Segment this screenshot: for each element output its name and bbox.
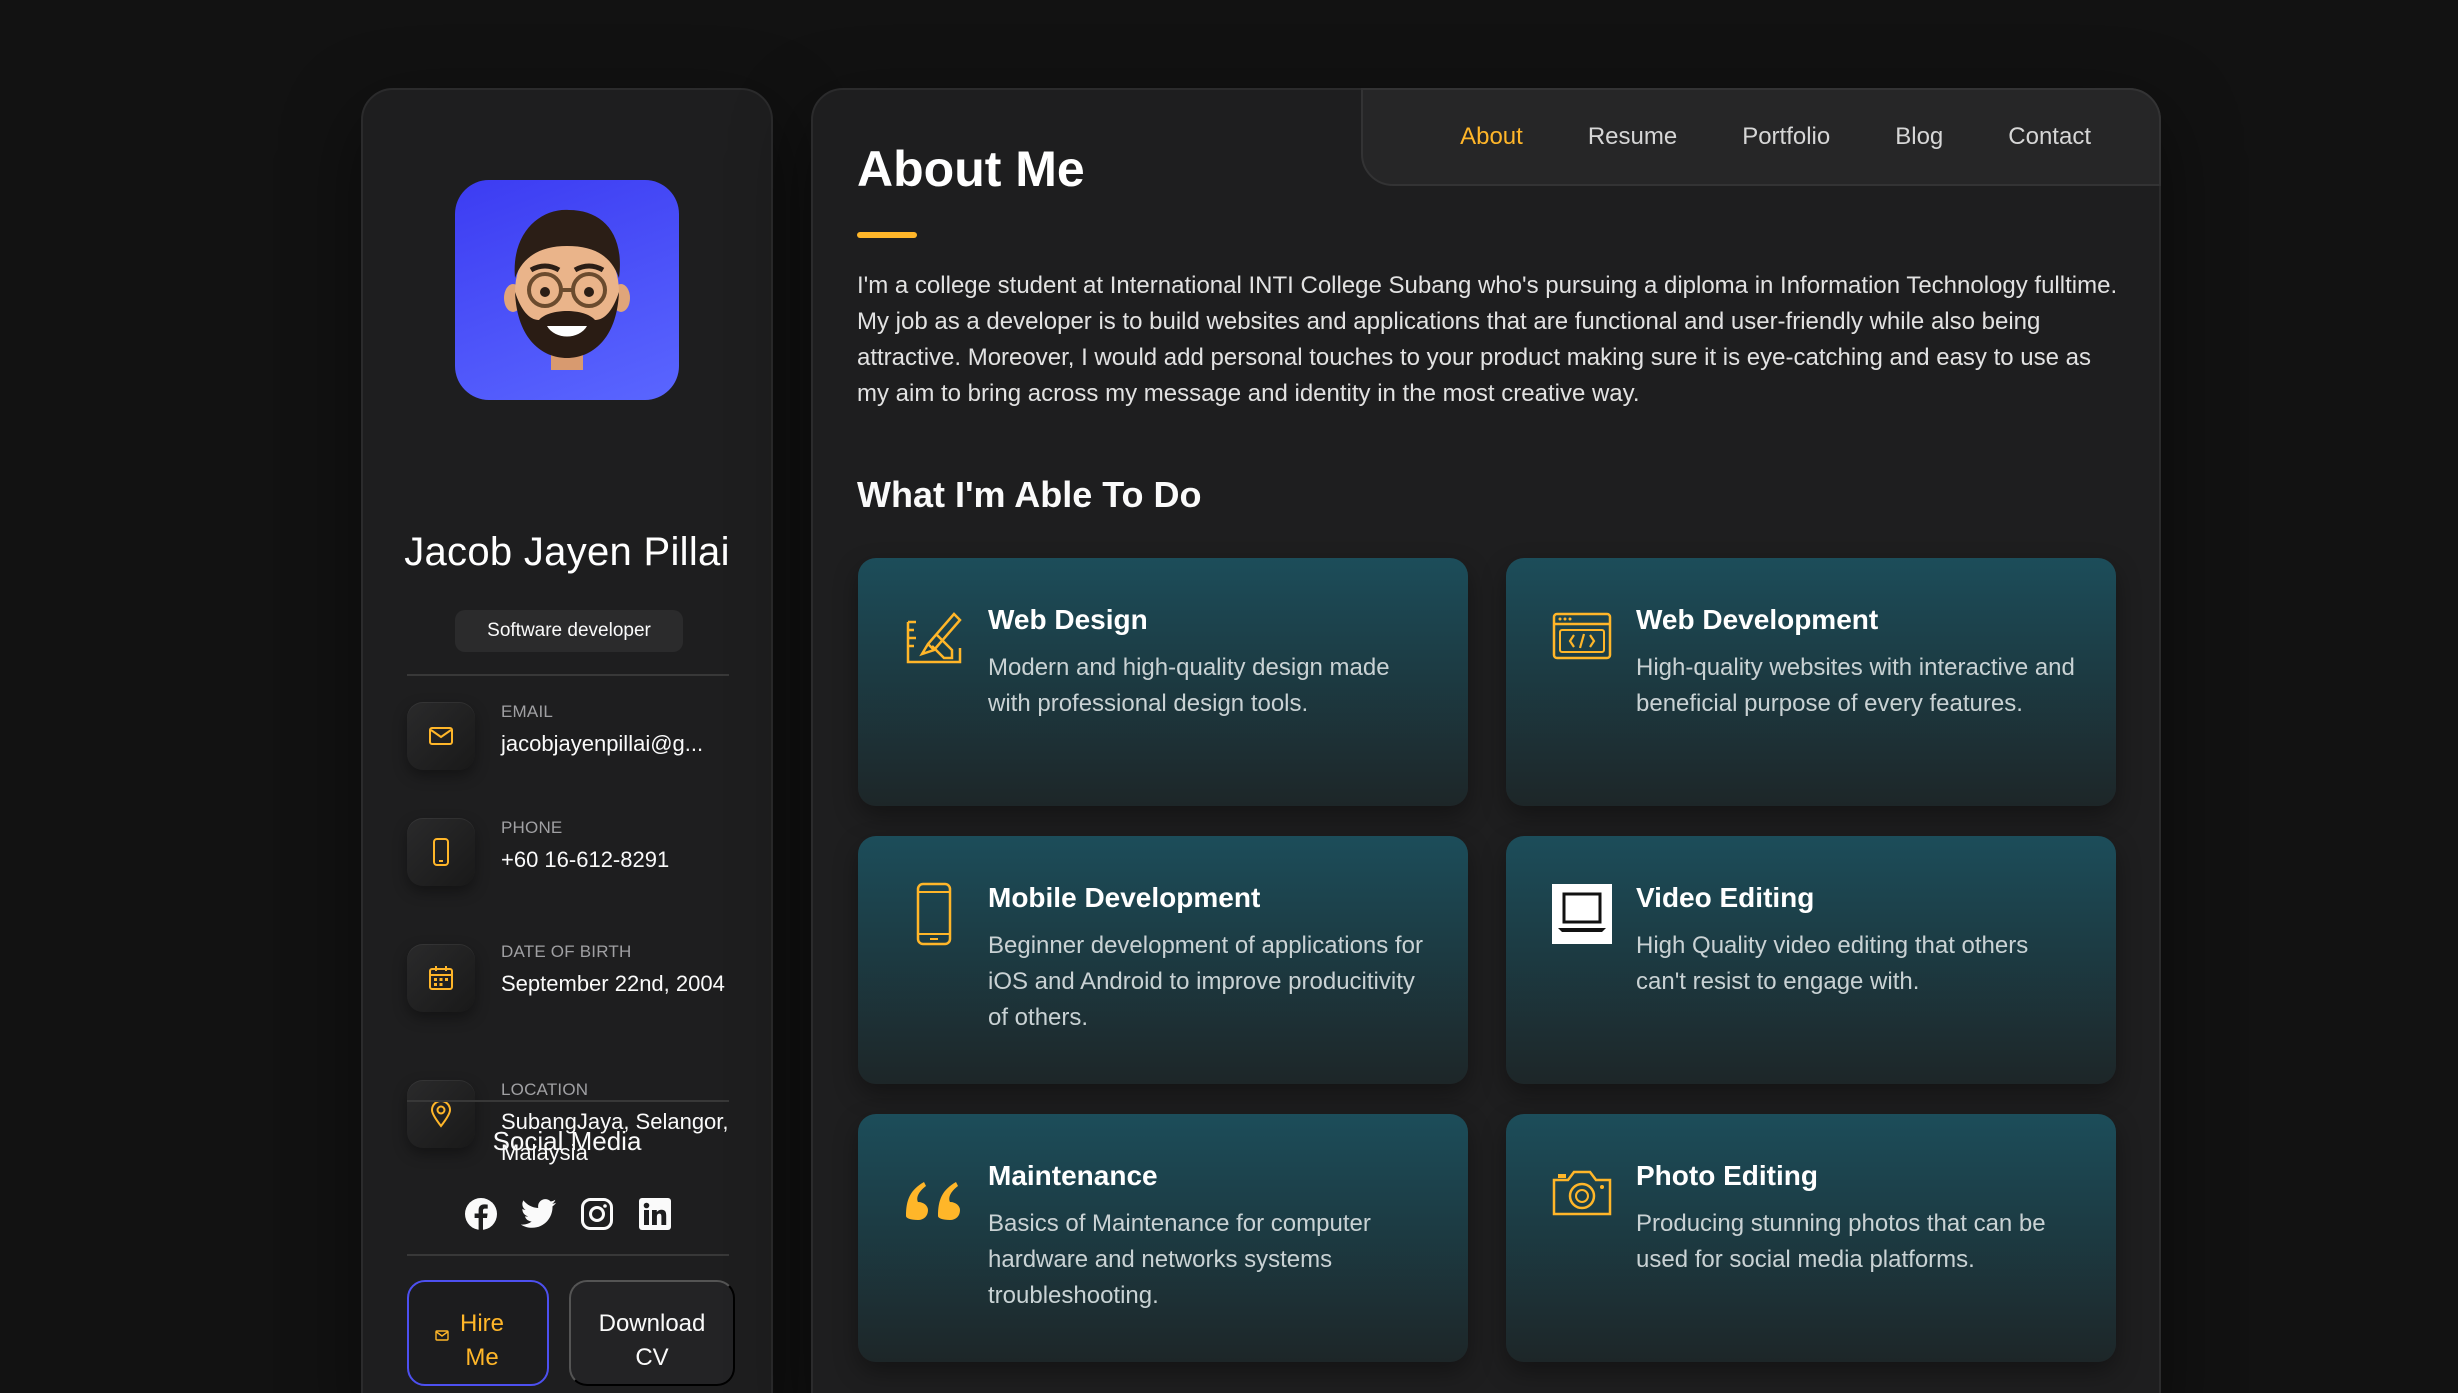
service-description: Producing stunning photos that can be us… bbox=[1636, 1210, 2046, 1273]
twitter-icon[interactable] bbox=[521, 1196, 557, 1232]
service-title: Mobile Development bbox=[988, 882, 1261, 913]
quote-icon bbox=[906, 1182, 960, 1220]
instagram-icon[interactable] bbox=[579, 1196, 615, 1232]
social-media-title: Social Media bbox=[492, 1126, 642, 1156]
contact-label: Date of Birth bbox=[501, 942, 632, 961]
divider bbox=[407, 1100, 729, 1102]
service-description: Modern and high-quality design made with… bbox=[988, 654, 1390, 717]
profile-name: Jacob Jayen Pillai bbox=[404, 530, 730, 574]
design-tools-icon bbox=[906, 612, 962, 664]
nav-item-contact[interactable]: Contact bbox=[2008, 123, 2091, 151]
hire-me-label: Hire Me bbox=[459, 1310, 504, 1371]
nav-item-resume[interactable]: Resume bbox=[1588, 123, 1677, 151]
contact-label: Email bbox=[501, 702, 554, 721]
nav-item-portfolio[interactable]: Portfolio bbox=[1742, 123, 1830, 151]
camera-icon bbox=[1552, 1170, 1612, 1216]
birthday-value: September 22nd, 2004 bbox=[501, 971, 725, 996]
contact-label: Phone bbox=[501, 818, 563, 837]
memoji-avatar-icon bbox=[504, 209, 630, 370]
navbar: About Resume Portfolio Blog Contact bbox=[1361, 88, 2161, 186]
phone-link[interactable]: +60 16-612-8291 bbox=[501, 844, 741, 875]
download-cv-label: Download CV bbox=[598, 1310, 706, 1371]
service-description: Beginner development of applications for… bbox=[988, 932, 1423, 1031]
service-card-photo-editing: Photo Editing Producing stunning photos … bbox=[1506, 1114, 2116, 1362]
service-card-video-editing: Video Editing High Quality video editing… bbox=[1506, 836, 2116, 1084]
service-card-web-development: Web Development High-quality websites wi… bbox=[1506, 558, 2116, 806]
service-card-maintenance: Maintenance Basics of Maintenance for co… bbox=[858, 1114, 1468, 1362]
divider bbox=[407, 674, 729, 676]
laptop-icon bbox=[1552, 884, 1612, 944]
service-title: Maintenance bbox=[988, 1160, 1158, 1191]
email-link[interactable]: jacobjayenpillai@g... bbox=[501, 728, 741, 759]
about-text: I'm a college student at International I… bbox=[857, 272, 2118, 407]
divider bbox=[407, 1254, 729, 1256]
linkedin-icon[interactable] bbox=[637, 1196, 673, 1232]
service-card-web-design: Web Design Modern and high-quality desig… bbox=[858, 558, 1468, 806]
download-cv-button[interactable]: Download CV bbox=[569, 1280, 735, 1386]
page-title: About Me bbox=[857, 141, 1085, 197]
nav-item-about[interactable]: About bbox=[1460, 123, 1523, 151]
mail-icon bbox=[407, 702, 475, 770]
title-underline bbox=[857, 232, 917, 238]
service-description: Basics of Maintenance for computer hardw… bbox=[988, 1210, 1371, 1309]
code-window-icon bbox=[1552, 612, 1612, 660]
calendar-icon bbox=[407, 944, 475, 1012]
main-panel: About Resume Portfolio Blog Contact Abou… bbox=[811, 88, 2161, 1393]
service-title: Video Editing bbox=[1636, 882, 1815, 913]
contact-label: Location bbox=[501, 1080, 589, 1099]
profile-sidebar: Jacob Jayen Pillai Software developer Em… bbox=[361, 88, 773, 1393]
mail-icon bbox=[435, 1330, 449, 1341]
phone-icon bbox=[407, 818, 475, 886]
avatar bbox=[455, 180, 679, 400]
service-description: High-quality websites with interactive a… bbox=[1636, 654, 2075, 717]
service-title: Photo Editing bbox=[1636, 1160, 1818, 1191]
services-title: What I'm Able To Do bbox=[857, 474, 1202, 515]
facebook-icon[interactable] bbox=[463, 1196, 499, 1232]
service-title: Web Design bbox=[988, 604, 1148, 635]
service-card-mobile-development: Mobile Development Beginner development … bbox=[858, 836, 1468, 1084]
service-description: High Quality video editing that others c… bbox=[1636, 932, 2029, 995]
hire-me-button[interactable]: Hire Me bbox=[407, 1280, 549, 1386]
service-title: Web Development bbox=[1636, 604, 1879, 635]
smartphone-icon bbox=[916, 882, 952, 946]
nav-item-blog[interactable]: Blog bbox=[1895, 123, 1943, 151]
job-title-badge: Software developer bbox=[455, 610, 683, 652]
